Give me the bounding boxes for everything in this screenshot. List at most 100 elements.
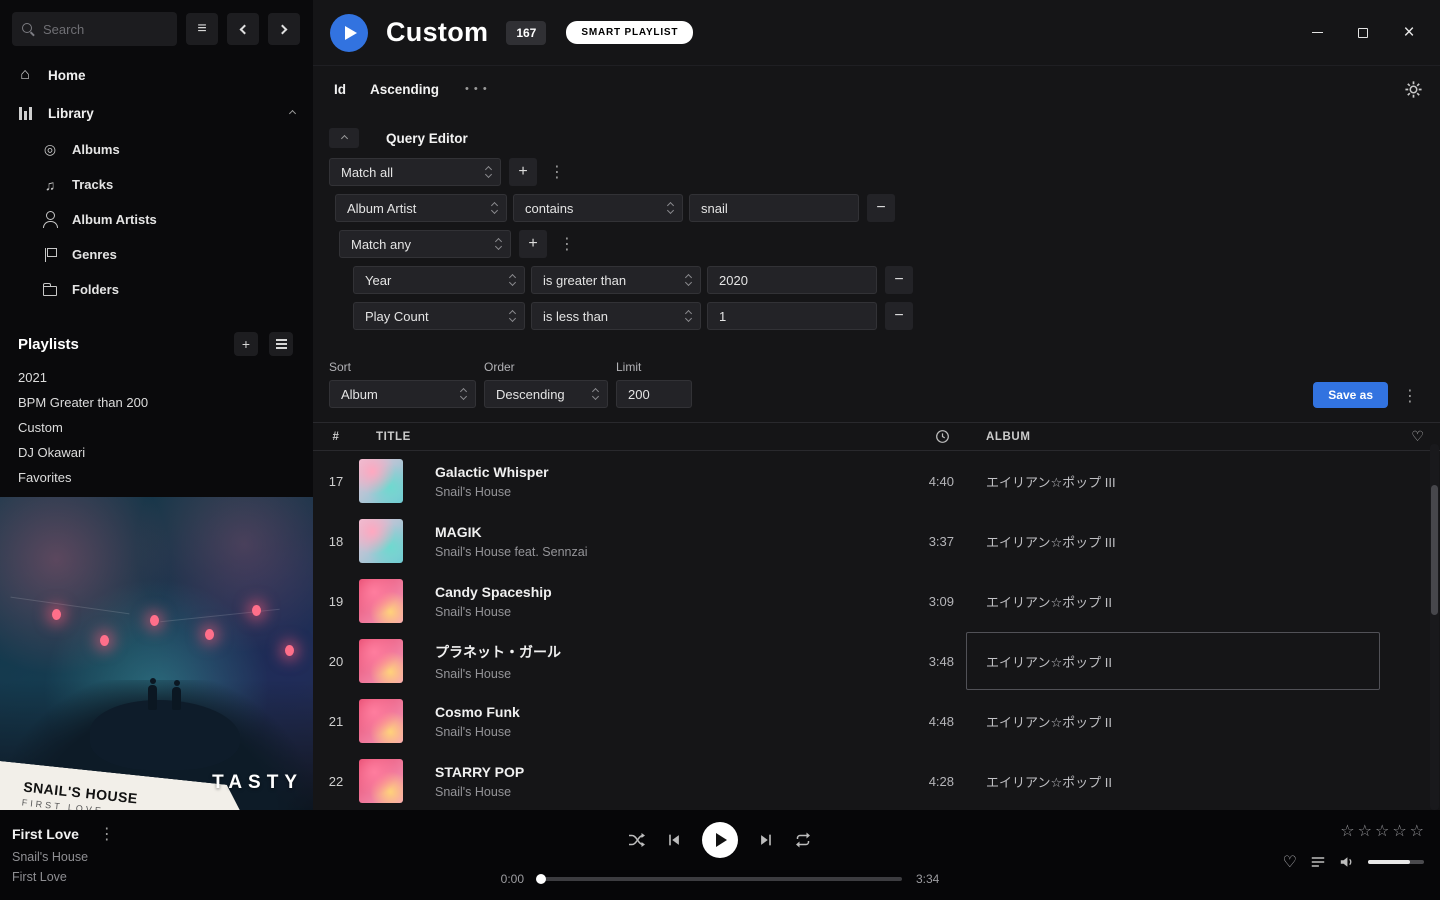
sidebar-item-library[interactable]: Library [0, 94, 313, 132]
art-brand-label: TASTY [212, 772, 303, 794]
column-album[interactable]: ALBUM [966, 431, 1396, 443]
track-album[interactable]: エイリアン☆ポップ II [966, 751, 1396, 810]
track-album[interactable]: エイリアン☆ポップ II [966, 691, 1396, 751]
next-track-button[interactable] [758, 832, 774, 848]
playlist-item-custom[interactable]: Custom [0, 415, 313, 440]
rule3-operator-select[interactable]: is less than [531, 302, 701, 330]
table-scrollbar[interactable] [1430, 444, 1439, 810]
sidebar-item-albums[interactable]: ◎ Albums [0, 132, 313, 167]
nav-forward-button[interactable] [268, 13, 300, 45]
star-icon[interactable]: ☆ [1375, 824, 1389, 840]
folders-label: Folders [72, 282, 119, 297]
track-number: 21 [313, 714, 359, 729]
sidebar-item-genres[interactable]: Genres [0, 237, 313, 272]
table-row[interactable]: 22 STARRY POPSnail's House 4:28 エイリアン☆ポッ… [313, 751, 1440, 810]
settings-gear-icon[interactable] [1404, 80, 1423, 99]
search-box[interactable] [12, 12, 177, 46]
table-row[interactable]: 20 プラネット・ガールSnail's House 3:48 エイリアン☆ポップ… [313, 631, 1440, 691]
maximize-button[interactable] [1354, 24, 1372, 42]
star-icon[interactable]: ☆ [1410, 824, 1424, 840]
play-playlist-button[interactable] [330, 14, 368, 52]
track-album[interactable]: エイリアン☆ポップ II [966, 571, 1396, 631]
sidebar-item-album-artists[interactable]: Album Artists [0, 202, 313, 237]
nav-back-button[interactable] [227, 13, 259, 45]
save-as-button[interactable]: Save as [1313, 382, 1388, 408]
rule1-value-input[interactable] [689, 194, 859, 222]
save-menu-icon[interactable]: ⋮ [1396, 386, 1424, 406]
playlist-item-bpm[interactable]: BPM Greater than 200 [0, 390, 313, 415]
table-row[interactable]: 21 Cosmo FunkSnail's House 4:48 エイリアン☆ポッ… [313, 691, 1440, 751]
remove-rule3-button[interactable]: − [885, 302, 913, 330]
match-mode-select[interactable]: Match all [329, 158, 501, 186]
rule2-operator-select[interactable]: is greater than [531, 266, 701, 294]
table-row[interactable]: 19 Candy SpaceshipSnail's House 3:09 エイリ… [313, 571, 1440, 631]
track-artist: Snail's House [435, 605, 886, 619]
remove-rule1-button[interactable]: − [867, 194, 895, 222]
playlist-item-favorites[interactable]: Favorites [0, 465, 313, 490]
order-select[interactable]: Descending [484, 380, 608, 408]
match-any-select[interactable]: Match any [339, 230, 511, 258]
rule2-value-input[interactable] [707, 266, 877, 294]
rule1-operator-select[interactable]: contains [513, 194, 683, 222]
menu-button[interactable]: ≡ [186, 13, 218, 45]
volume-slider[interactable] [1368, 860, 1424, 864]
collapse-query-editor-button[interactable] [329, 128, 359, 148]
track-album-hovered[interactable]: エイリアン☆ポップ II [966, 632, 1380, 690]
sidebar-item-home[interactable]: ⌂ Home [0, 56, 313, 94]
more-options-icon[interactable]: • • • [465, 83, 488, 95]
subgroup-menu-icon[interactable]: ⋮ [553, 234, 581, 254]
sidebar-item-tracks[interactable]: ♫ Tracks [0, 167, 313, 202]
minimize-button[interactable] [1308, 24, 1326, 42]
track-album[interactable]: エイリアン☆ポップ III [966, 451, 1396, 511]
column-number[interactable]: # [313, 431, 359, 443]
playlist-list-button[interactable] [269, 332, 293, 356]
search-input[interactable] [43, 22, 167, 37]
repeat-button[interactable] [794, 831, 812, 849]
star-icon[interactable]: ☆ [1358, 824, 1372, 840]
queue-icon[interactable] [1310, 854, 1326, 870]
track-album[interactable]: エイリアン☆ポップ III [966, 511, 1396, 571]
add-rule-button[interactable]: + [509, 158, 537, 186]
sort-select[interactable]: Album [329, 380, 476, 408]
track-artist: Snail's House [435, 667, 886, 681]
previous-track-button[interactable] [666, 832, 682, 848]
volume-icon[interactable] [1339, 854, 1355, 870]
scrollbar-thumb[interactable] [1431, 485, 1438, 615]
sort-direction-button[interactable]: Ascending [370, 82, 439, 97]
table-row[interactable]: 18 MAGIKSnail's House feat. Sennzai 3:37… [313, 511, 1440, 571]
favorite-column-heart-icon[interactable]: ♡ [1411, 428, 1424, 445]
play-pause-button[interactable] [702, 822, 738, 858]
now-playing-menu-icon[interactable]: ⋮ [93, 824, 121, 844]
playlist-item-dj-okawari[interactable]: DJ Okawari [0, 440, 313, 465]
album-name: エイリアン☆ポップ III [986, 532, 1116, 551]
track-artist: Snail's House [435, 785, 886, 799]
star-icon[interactable]: ☆ [1392, 824, 1406, 840]
table-row[interactable]: 17 Galactic WhisperSnail's House 4:40 エイ… [313, 451, 1440, 511]
collapse-library-icon[interactable] [289, 109, 296, 116]
seek-bar[interactable] [538, 877, 902, 881]
favorite-heart-icon[interactable]: ♡ [1283, 852, 1297, 872]
artwork-figure-decoration [172, 687, 181, 710]
rule1-field-select[interactable]: Album Artist [335, 194, 507, 222]
sort-field-button[interactable]: Id [334, 82, 346, 97]
column-title[interactable]: TITLE [359, 431, 886, 443]
query-editor-title: Query Editor [386, 131, 468, 146]
rule3-field-select[interactable]: Play Count [353, 302, 525, 330]
limit-input[interactable] [616, 380, 692, 408]
duration-column-clock-icon[interactable] [935, 429, 966, 444]
add-subrule-button[interactable]: + [519, 230, 547, 258]
minimize-icon [1312, 32, 1323, 33]
menu-icon: ≡ [197, 20, 206, 38]
shuffle-button[interactable] [628, 831, 646, 849]
add-playlist-button[interactable]: + [234, 332, 258, 356]
rule3-value-input[interactable] [707, 302, 877, 330]
remove-rule2-button[interactable]: − [885, 266, 913, 294]
playlist-item-2021[interactable]: 2021 [0, 365, 313, 390]
close-button[interactable]: × [1400, 24, 1418, 42]
rule2-field-select[interactable]: Year [353, 266, 525, 294]
sidebar-item-folders[interactable]: Folders [0, 272, 313, 307]
seek-handle[interactable] [536, 874, 546, 884]
group-menu-icon[interactable]: ⋮ [543, 162, 571, 182]
lantern-decoration [150, 615, 159, 626]
star-icon[interactable]: ☆ [1340, 824, 1354, 840]
